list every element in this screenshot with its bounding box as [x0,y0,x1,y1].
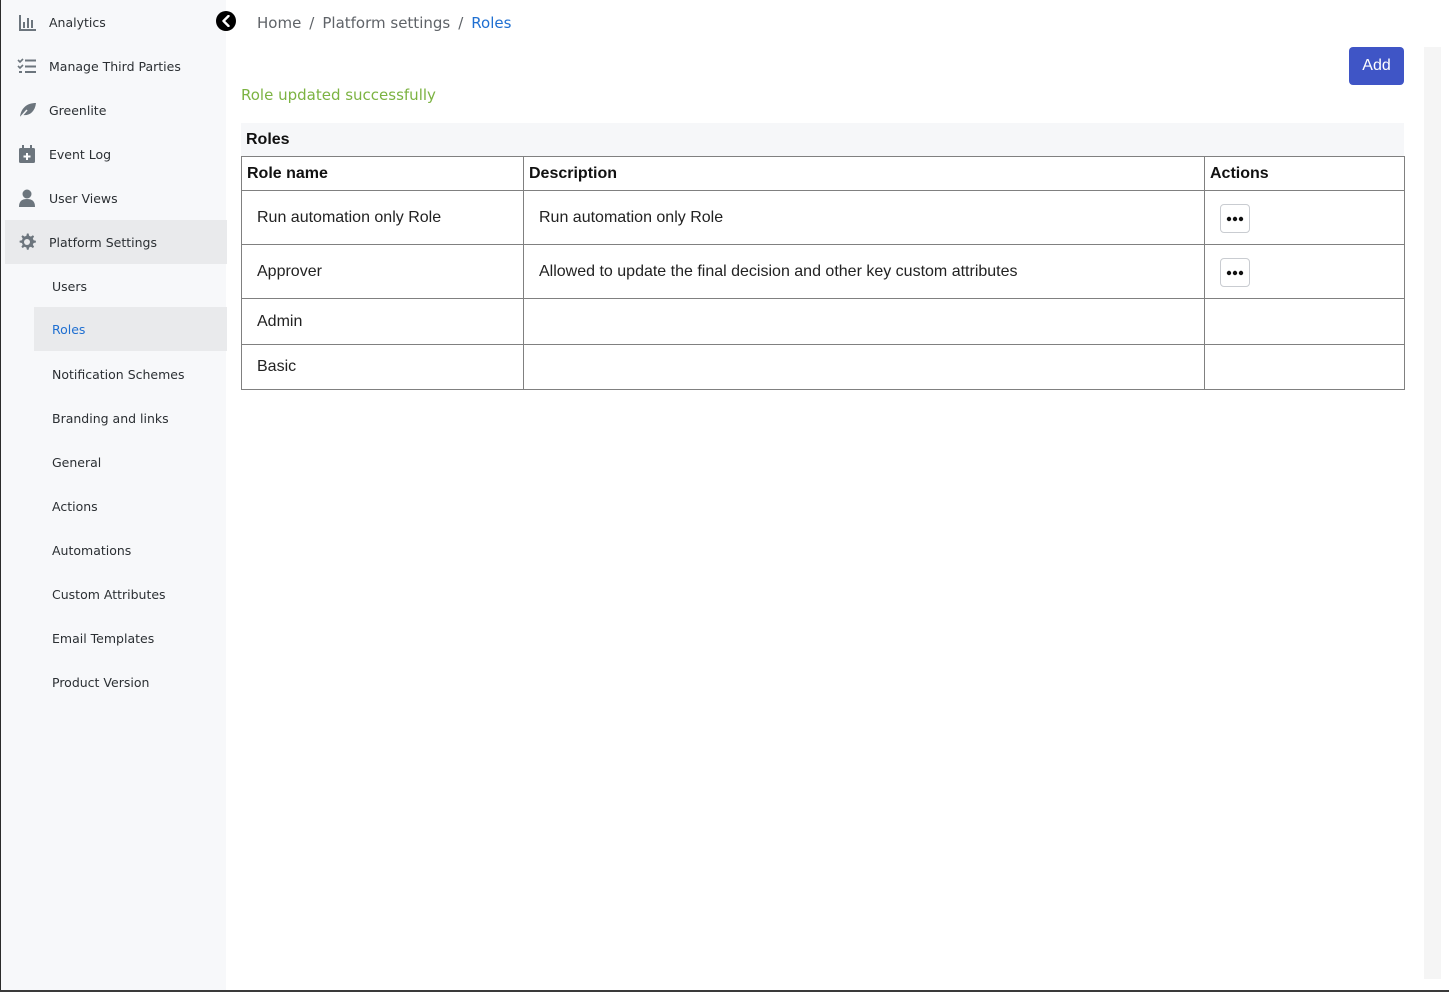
window-edge [1441,0,1449,992]
sidebar-item-event-log[interactable]: Event Log [5,132,227,176]
sidebar-subitem-roles[interactable]: Roles [34,307,227,351]
roles-table-container: Roles Role name Description Actions Run … [241,123,1405,390]
sidebar-item-label: Platform Settings [49,234,157,250]
column-header-description: Description [523,156,1205,191]
column-header-actions: Actions [1204,156,1405,191]
breadcrumb-current: Roles [471,14,512,32]
breadcrumb-separator: / [458,14,464,32]
sidebar-subitem-label: Custom Attributes [52,586,166,602]
sidebar-subitem-label: Product Version [52,674,150,690]
user-icon [5,188,49,208]
collapse-sidebar-button[interactable] [216,11,236,31]
breadcrumb-platform-settings[interactable]: Platform settings [322,14,450,32]
role-description-cell: Run automation only Role [523,190,1205,245]
bar-chart-icon [5,12,49,32]
sidebar-subitem-label: Actions [52,498,98,514]
role-description-cell [523,298,1205,345]
sidebar-subitem-notification-schemes[interactable]: Notification Schemes [34,352,227,396]
sidebar-item-user-views[interactable]: User Views [5,176,227,220]
leaf-icon [5,100,49,120]
sidebar-item-manage-third-parties[interactable]: Manage Third Parties [5,44,227,88]
sidebar-subitem-custom-attributes[interactable]: Custom Attributes [34,572,227,616]
more-horizontal-icon [1226,270,1244,275]
role-name-cell: Admin [241,298,524,345]
sidebar-item-label: Manage Third Parties [49,58,181,74]
table-row: Admin [241,298,1405,345]
table-row: Basic [241,344,1405,390]
table-row: Approver Allowed to update the final dec… [241,244,1405,299]
table-caption: Roles [241,123,1404,156]
sidebar-subitem-email-templates[interactable]: Email Templates [34,616,227,660]
role-actions-cell [1204,344,1405,390]
list-icon [5,56,49,76]
breadcrumb-separator: / [309,14,315,32]
sidebar-subitem-label: Users [52,278,88,294]
vertical-scrollbar[interactable] [1424,47,1441,979]
sidebar-subitem-general[interactable]: General [34,440,227,484]
table-row: Run automation only Role Run automation … [241,190,1405,245]
sidebar-subitem-automations[interactable]: Automations [34,528,227,572]
gear-icon [5,232,49,252]
sidebar-item-label: Analytics [49,14,106,30]
chevron-left-icon [222,15,230,27]
sidebar-subitem-label: Branding and links [52,410,169,426]
add-role-button[interactable]: Add [1349,47,1404,85]
sidebar-item-label: Event Log [49,146,112,162]
sidebar-subitem-actions[interactable]: Actions [34,484,227,528]
role-name-cell: Approver [241,244,524,299]
roles-table: Role name Description Actions Run automa… [241,156,1405,390]
success-message: Role updated successfully [241,86,436,104]
sidebar-item-analytics[interactable]: Analytics [5,0,227,44]
role-actions-cell [1204,244,1405,299]
sidebar-item-label: User Views [49,190,118,206]
sidebar-subitem-label: Notification Schemes [52,366,185,382]
row-actions-button[interactable] [1220,204,1250,233]
breadcrumb: Home / Platform settings / Roles [257,14,511,32]
sidebar-item-platform-settings[interactable]: Platform Settings [5,220,227,264]
sidebar-subitem-label: Automations [52,542,132,558]
sidebar-subitem-branding-and-links[interactable]: Branding and links [34,396,227,440]
sidebar-subitem-label: General [52,454,102,470]
sidebar-item-label: Greenlite [49,102,107,118]
role-description-cell [523,344,1205,390]
role-actions-cell [1204,190,1405,245]
sidebar-subitem-users[interactable]: Users [34,264,227,308]
sidebar-subitem-label: Email Templates [52,630,155,646]
sidebar-subitem-label: Roles [52,321,86,337]
sidebar-item-greenlite[interactable]: Greenlite [5,88,227,132]
sidebar: Analytics Manage Third Parties Greenlite… [0,0,227,992]
role-name-cell: Basic [241,344,524,390]
role-actions-cell [1204,298,1405,345]
breadcrumb-home[interactable]: Home [257,14,301,32]
more-horizontal-icon [1226,216,1244,221]
row-actions-button[interactable] [1220,258,1250,287]
role-name-cell: Run automation only Role [241,190,524,245]
sidebar-subitem-product-version[interactable]: Product Version [34,660,227,704]
calendar-plus-icon [5,144,49,164]
table-header-row: Role name Description Actions [241,156,1405,191]
column-header-role-name: Role name [241,156,524,191]
role-description-cell: Allowed to update the final decision and… [523,244,1205,299]
